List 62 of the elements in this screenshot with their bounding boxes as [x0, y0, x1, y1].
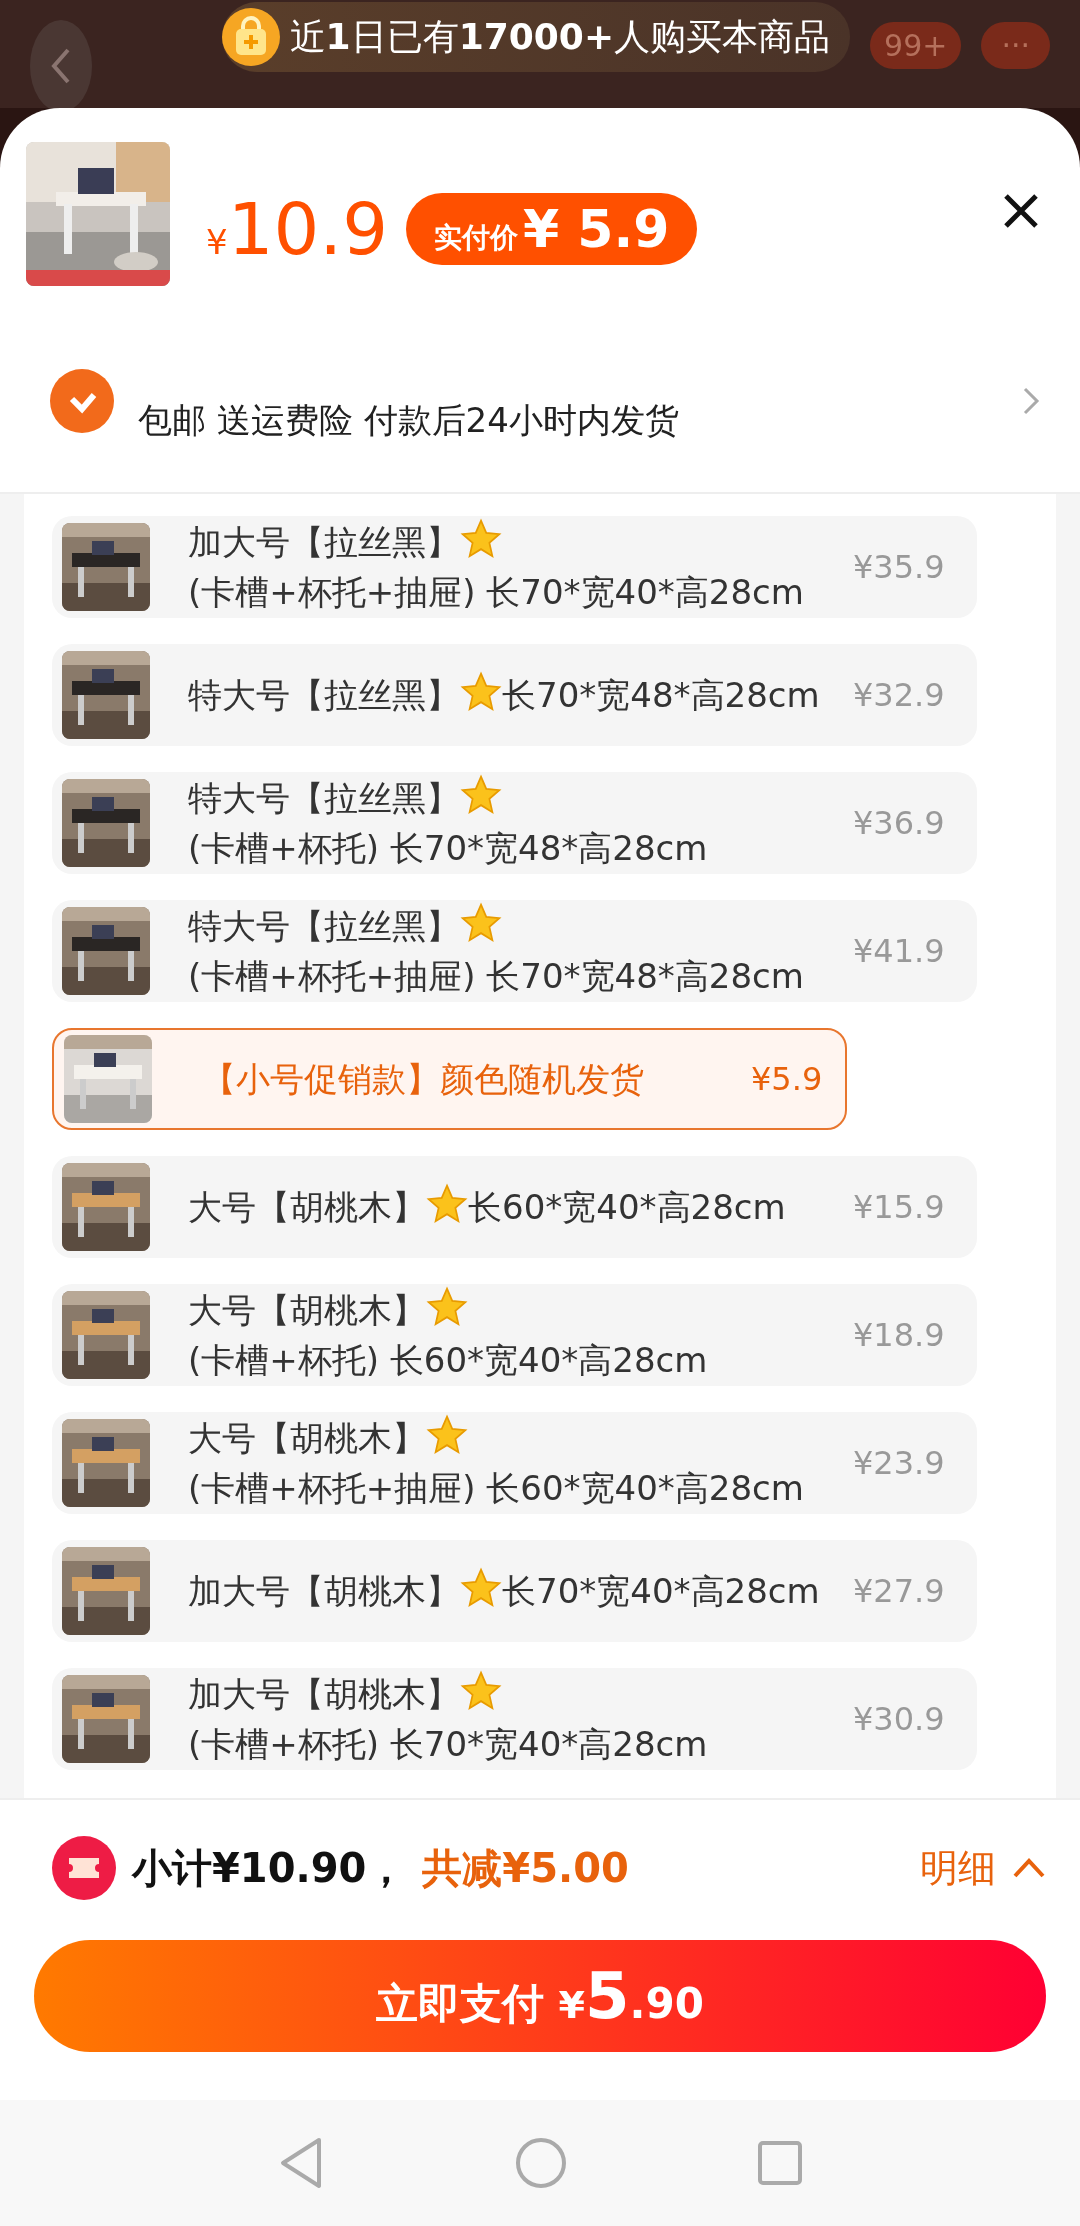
- cart-count-badge: 99+: [870, 22, 962, 69]
- variant-option[interactable]: 加大号【胡桃木】 长70*宽40*高28cm ¥27.9: [52, 1540, 977, 1642]
- option-price: ¥18.9: [853, 1316, 946, 1354]
- option-name: 大号【胡桃木】: [188, 1290, 426, 1330]
- option-name: 特大号【拉丝黑】: [188, 778, 460, 818]
- star-icon: [460, 774, 502, 816]
- option-name: 大号【胡桃木】: [188, 1418, 426, 1458]
- discount-text: 共减¥5.00: [422, 1843, 630, 1893]
- variant-option[interactable]: 特大号【拉丝黑】 长70*宽48*高28cm ¥32.9: [52, 644, 977, 746]
- star-icon: [460, 1567, 502, 1609]
- option-price: ¥35.9: [853, 548, 946, 586]
- star-icon: [426, 1183, 468, 1225]
- variant-option[interactable]: 大号【胡桃木】 (卡槽+杯托+抽屉) 长60*宽40*高28cm ¥23.9: [52, 1412, 977, 1514]
- shopping-bag-icon: [221, 8, 280, 66]
- option-price: ¥30.9: [853, 1700, 946, 1738]
- option-name: 加大号【拉丝黑】: [188, 522, 460, 562]
- star-icon: [460, 902, 502, 944]
- option-price: ¥15.9: [853, 1188, 946, 1226]
- variant-option[interactable]: 大号【胡桃木】 长60*宽40*高28cm ¥15.9: [52, 1156, 977, 1258]
- option-name: 【小号促销款】颜色随机发货: [202, 1059, 644, 1099]
- option-price: ¥23.9: [853, 1444, 946, 1482]
- option-price: ¥32.9: [853, 676, 946, 714]
- option-name: 特大号【拉丝黑】: [188, 675, 460, 715]
- variant-option[interactable]: 大号【胡桃木】 (卡槽+杯托) 长60*宽40*高28cm ¥18.9: [52, 1284, 977, 1386]
- option-price: ¥5.9: [751, 1060, 824, 1098]
- star-icon: [460, 1670, 502, 1712]
- option-spec: (卡槽+杯托) 长70*宽40*高28cm: [188, 1723, 708, 1766]
- option-price: ¥41.9: [853, 932, 946, 970]
- option-price: ¥27.9: [853, 1572, 946, 1610]
- option-spec: (卡槽+杯托) 长70*宽48*高28cm: [188, 827, 708, 870]
- option-price: ¥36.9: [853, 804, 946, 842]
- star-icon: [460, 671, 502, 713]
- option-spec: 长70*宽48*高28cm: [502, 674, 820, 717]
- chevron-right-icon[interactable]: [1022, 386, 1040, 416]
- variant-option[interactable]: 加大号【拉丝黑】 (卡槽+杯托+抽屉) 长70*宽40*高28cm ¥35.9: [52, 516, 977, 618]
- star-icon: [426, 1286, 468, 1328]
- option-name: 加大号【胡桃木】: [188, 1674, 460, 1714]
- variant-option[interactable]: 特大号【拉丝黑】 (卡槽+杯托) 长70*宽48*高28cm ¥36.9: [52, 772, 977, 874]
- purchase-count-text: 近1日已有17000+人购买本商品: [289, 14, 831, 59]
- option-spec: (卡槽+杯托+抽屉) 长60*宽40*高28cm: [188, 1467, 804, 1510]
- option-name: 加大号【胡桃木】: [188, 1571, 460, 1611]
- paid-price-tag: 实付价¥ 5.9: [405, 193, 698, 265]
- star-icon: [426, 1414, 468, 1456]
- chevron-up-icon[interactable]: [1012, 1857, 1046, 1879]
- home-icon[interactable]: [515, 2137, 567, 2189]
- option-spec: (卡槽+杯托+抽屉) 长70*宽40*高28cm: [188, 571, 804, 614]
- close-icon[interactable]: [1002, 192, 1040, 230]
- option-spec: 长60*宽40*高28cm: [468, 1186, 786, 1229]
- pay-now-button[interactable]: 立即支付 ¥5.90: [34, 1940, 1046, 2052]
- option-spec: (卡槽+杯托) 长60*宽40*高28cm: [188, 1339, 708, 1382]
- option-name: 特大号【拉丝黑】: [188, 906, 460, 946]
- option-spec: (卡槽+杯托+抽屉) 长70*宽48*高28cm: [188, 955, 804, 998]
- variant-option[interactable]: 特大号【拉丝黑】 (卡槽+杯托+抽屉) 长70*宽48*高28cm ¥41.9: [52, 900, 977, 1002]
- subtotal-text: 小计¥10.90，: [132, 1843, 407, 1893]
- variant-option[interactable]: 加大号【胡桃木】 (卡槽+杯托) 长70*宽40*高28cm ¥30.9: [52, 1668, 977, 1770]
- shipping-info: 包邮 送运费险 付款后24小时内发货: [138, 399, 680, 442]
- coupon-icon: [52, 1836, 116, 1900]
- recents-icon[interactable]: [757, 2140, 803, 2186]
- product-price: ¥10.9: [206, 187, 388, 271]
- star-icon: [460, 518, 502, 560]
- option-spec: 长70*宽40*高28cm: [502, 1570, 820, 1613]
- option-name: 大号【胡桃木】: [188, 1187, 426, 1227]
